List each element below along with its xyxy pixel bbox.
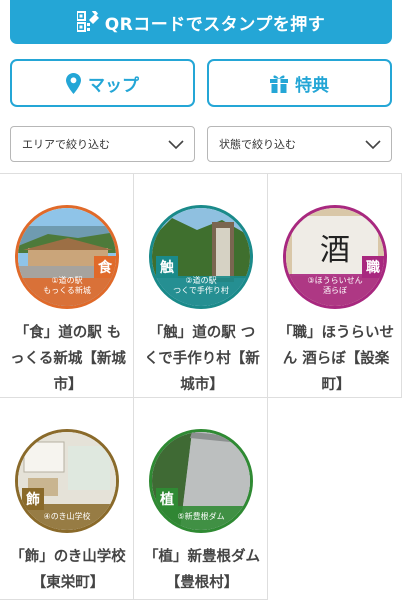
qr-stamp-label: QRコードでスタンプを押す: [104, 14, 326, 35]
area-filter-select[interactable]: エリアで絞り込む: [10, 126, 195, 162]
spot-card-shintoyone[interactable]: 植 ⑤新豊根ダム 「植」新豊根ダム【豊根村】: [134, 398, 268, 600]
spot-photo: 植 ⑤新豊根ダム: [149, 429, 253, 533]
chevron-down-icon: [365, 140, 381, 150]
perk-button[interactable]: 特典: [207, 59, 392, 107]
caption-line-2: 酒らぼ: [323, 286, 347, 295]
spot-badge: 飾: [22, 488, 44, 510]
caption-line-2: つくで手作り村: [173, 286, 229, 295]
spot-title: 「食」道の駅 もっくる新城【新城市】: [10, 325, 126, 393]
state-filter-label: 状態で絞り込む: [219, 138, 296, 151]
spot-title: 「触」道の駅 つくで手作り村【新城市】: [144, 325, 260, 393]
spot-card-mokkuru[interactable]: 食 ①道の駅 もっくる新城 「食」道の駅 もっくる新城【新城市】: [0, 174, 134, 398]
spot-card-sakelab[interactable]: 酒 職 ③ほうらいせん 酒らぼ 「職」ほうらいせん 酒らぼ【設楽町】: [268, 174, 402, 398]
spot-caption: ①道の駅 もっくる新城: [18, 272, 116, 306]
map-pin-icon: [66, 72, 81, 94]
spot-card-tsukude[interactable]: 触 ②道の駅 つくで手作り村 「触」道の駅 つくで手作り村【新城市】: [134, 174, 268, 398]
spot-photo: 触 ②道の駅 つくで手作り村: [149, 205, 253, 309]
map-label: マップ: [88, 75, 139, 96]
spot-photo: 食 ①道の駅 もっくる新城: [15, 205, 119, 309]
spot-photo: 酒 職 ③ほうらいせん 酒らぼ: [283, 205, 387, 309]
area-filter-label: エリアで絞り込む: [22, 138, 110, 151]
caption-line-1: ①道の駅: [51, 276, 83, 285]
caption-line-1: ⑤新豊根ダム: [177, 512, 225, 521]
spot-title: 「職」ほうらいせん 酒らぼ【設楽町】: [278, 325, 394, 393]
state-filter-select[interactable]: 状態で絞り込む: [207, 126, 392, 162]
spot-caption: ③ほうらいせん 酒らぼ: [286, 272, 384, 306]
caption-line-2: もっくる新城: [43, 286, 91, 295]
spot-caption: ④のき山学校: [18, 508, 116, 530]
caption-line-1: ③ほうらいせん: [307, 276, 363, 285]
spot-badge: 植: [156, 488, 178, 510]
spot-caption: ②道の駅 つくで手作り村: [152, 272, 250, 306]
spot-title: 「植」新豊根ダム【豊根村】: [144, 549, 260, 591]
map-button[interactable]: マップ: [10, 59, 195, 107]
caption-line-1: ②道の駅: [185, 276, 217, 285]
svg-text:酒: 酒: [320, 233, 350, 268]
qr-stamp-button[interactable]: QRコードでスタンプを押す: [10, 0, 392, 44]
spot-caption: ⑤新豊根ダム: [152, 508, 250, 530]
spot-photo: 飾 ④のき山学校: [15, 429, 119, 533]
perk-label: 特典: [295, 75, 329, 96]
gift-icon: [270, 75, 288, 93]
chevron-down-icon: [168, 140, 184, 150]
spot-card-nokiyama[interactable]: 飾 ④のき山学校 「飾」のき山学校【東栄町】: [0, 398, 134, 600]
qr-stamp-icon: [76, 11, 99, 32]
spot-title: 「飾」のき山学校【東栄町】: [10, 549, 126, 591]
caption-line-1: ④のき山学校: [43, 512, 91, 521]
